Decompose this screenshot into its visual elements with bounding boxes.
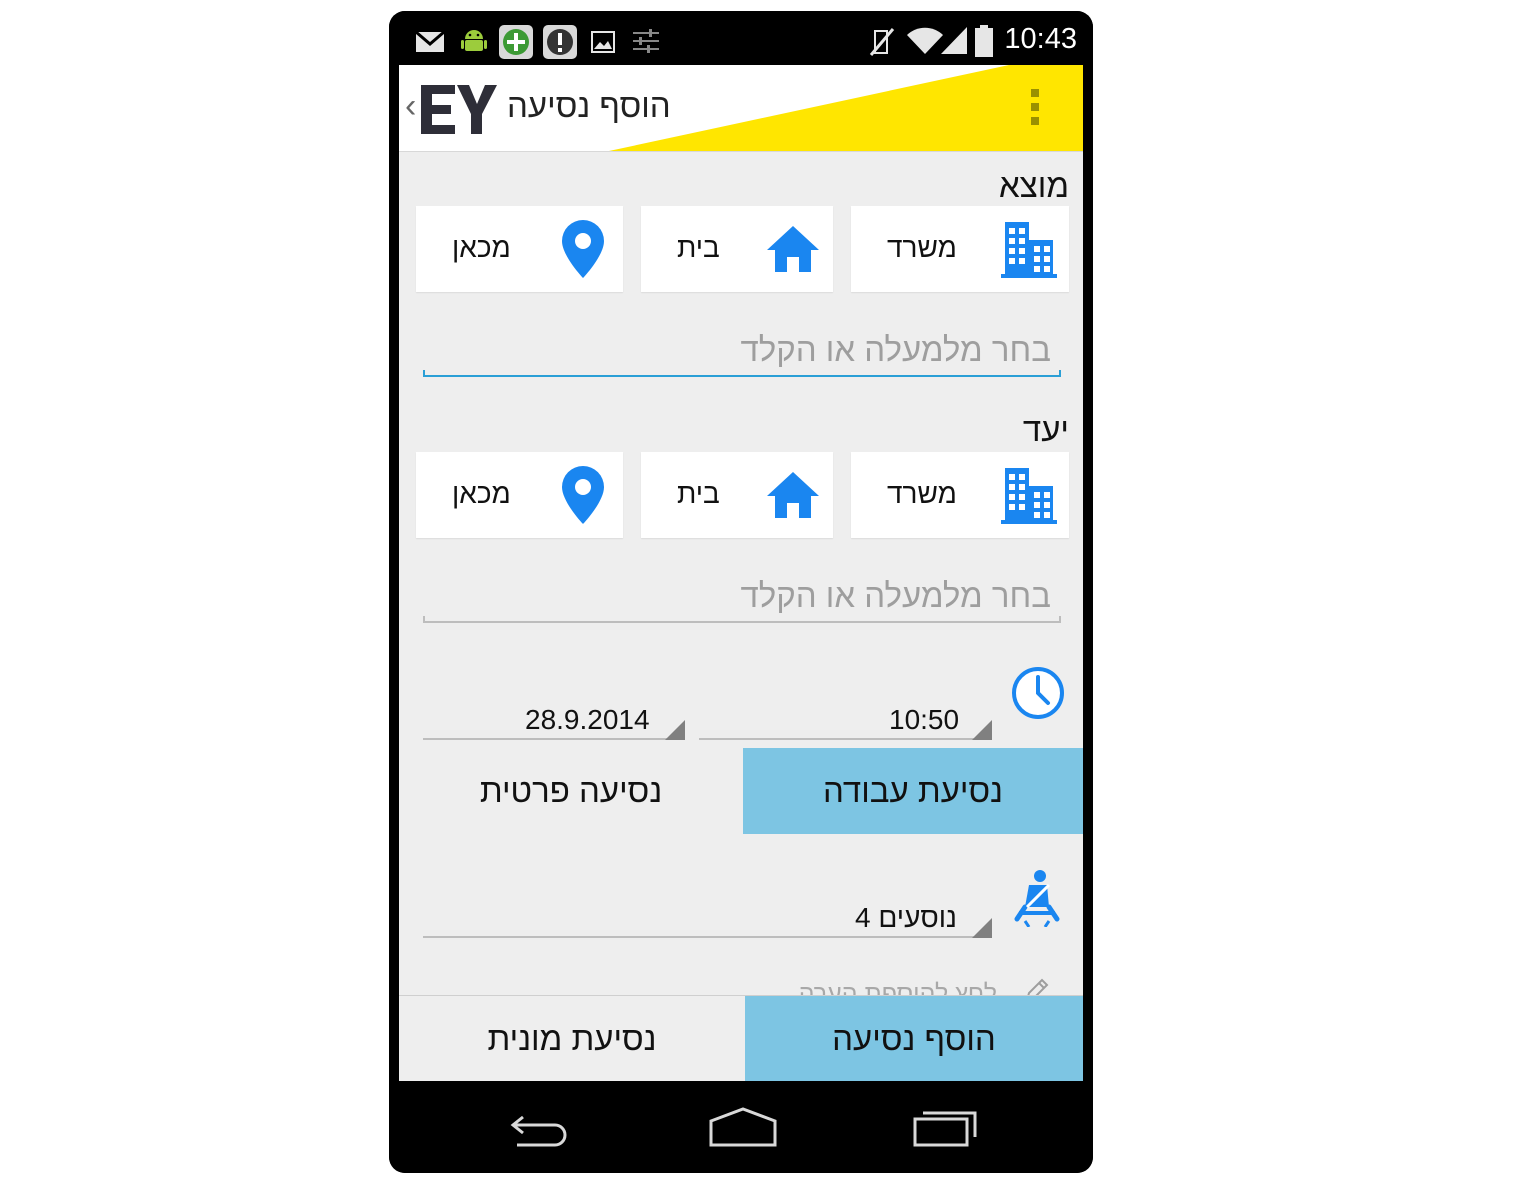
app-screen: ‹ הוסף נסיעה מוצא משרד בית מכאן בחר מלמע… bbox=[399, 65, 1083, 1081]
origin-input[interactable]: בחר מלמעלה או הקלד bbox=[423, 331, 1061, 377]
image-icon bbox=[591, 31, 615, 53]
destination-home-button[interactable]: בית bbox=[641, 452, 833, 538]
origin-here-label: מכאן bbox=[452, 232, 511, 263]
dropdown-arrow-icon bbox=[972, 918, 992, 938]
mail-icon bbox=[415, 31, 445, 52]
destination-here-label: מכאן bbox=[452, 478, 511, 509]
work-trip-toggle[interactable]: נסיעת עבודה bbox=[743, 748, 1083, 834]
origin-input-placeholder: בחר מלמעלה או הקלד bbox=[740, 331, 1051, 368]
home-icon bbox=[767, 472, 819, 518]
page-title: הוסף נסיעה bbox=[507, 87, 671, 124]
taxi-trip-button[interactable]: נסיעת מונית bbox=[399, 996, 745, 1081]
mute-icon bbox=[869, 28, 895, 56]
wifi-icon bbox=[907, 27, 943, 54]
destination-office-label: משרד bbox=[887, 478, 957, 509]
status-bar: 10:43 bbox=[389, 11, 1093, 65]
origin-home-button[interactable]: בית bbox=[641, 206, 833, 292]
date-value: 28.9.2014 bbox=[525, 704, 650, 735]
destination-input[interactable]: בחר מלמעלה או הקלד bbox=[423, 577, 1061, 623]
android-icon bbox=[461, 30, 487, 51]
plus-icon bbox=[499, 25, 533, 59]
back-nav-icon[interactable] bbox=[509, 1107, 573, 1147]
location-pin-icon bbox=[562, 220, 604, 278]
signal-icon bbox=[941, 27, 967, 54]
home-nav-icon[interactable] bbox=[709, 1107, 777, 1147]
private-trip-toggle[interactable]: נסיעה פרטית bbox=[399, 748, 743, 834]
ey-logo[interactable] bbox=[419, 79, 499, 135]
brand-stripe bbox=[609, 65, 1083, 151]
destination-office-button[interactable]: משרד bbox=[851, 452, 1069, 538]
home-icon bbox=[767, 226, 819, 272]
office-building-icon bbox=[1001, 222, 1057, 278]
destination-home-label: בית bbox=[677, 478, 720, 509]
origin-home-label: בית bbox=[677, 232, 720, 263]
seatbelt-icon bbox=[1014, 870, 1060, 927]
passengers-spinner[interactable]: 4 נוסעים bbox=[423, 888, 992, 938]
office-building-icon bbox=[1001, 468, 1057, 524]
origin-office-button[interactable]: משרד bbox=[851, 206, 1069, 292]
time-spinner[interactable]: 10:50 bbox=[699, 690, 992, 740]
phone-frame: 10:43 ‹ הוסף נסיעה מוצא משרד בית מכאן בח… bbox=[389, 11, 1093, 1173]
overflow-menu-icon[interactable] bbox=[1031, 89, 1041, 131]
destination-label: יעד bbox=[1022, 411, 1069, 448]
date-spinner[interactable]: 28.9.2014 bbox=[423, 690, 685, 740]
status-time: 10:43 bbox=[1004, 23, 1077, 55]
origin-label: מוצא bbox=[999, 167, 1069, 204]
origin-office-label: משרד bbox=[887, 232, 957, 263]
alert-icon bbox=[543, 25, 577, 59]
dropdown-arrow-icon bbox=[972, 720, 992, 740]
origin-here-button[interactable]: מכאן bbox=[416, 206, 623, 292]
location-pin-icon bbox=[562, 466, 604, 524]
battery-icon bbox=[975, 25, 993, 57]
destination-input-placeholder: בחר מלמעלה או הקלד bbox=[740, 577, 1051, 614]
clock-icon bbox=[1012, 667, 1064, 719]
app-bar: ‹ הוסף נסיעה bbox=[399, 65, 1083, 152]
back-button[interactable]: ‹ bbox=[405, 87, 416, 126]
recent-apps-icon[interactable] bbox=[913, 1107, 977, 1147]
system-nav-bar bbox=[389, 1081, 1093, 1173]
time-value: 10:50 bbox=[889, 704, 960, 735]
add-trip-button[interactable]: הוסף נסיעה bbox=[745, 996, 1083, 1081]
passengers-value: 4 נוסעים bbox=[855, 902, 957, 933]
destination-here-button[interactable]: מכאן bbox=[416, 452, 623, 538]
dropdown-arrow-icon bbox=[665, 720, 685, 740]
settings-sliders-icon bbox=[633, 29, 659, 53]
bottom-action-bar: נסיעת מונית הוסף נסיעה bbox=[399, 995, 1083, 1081]
